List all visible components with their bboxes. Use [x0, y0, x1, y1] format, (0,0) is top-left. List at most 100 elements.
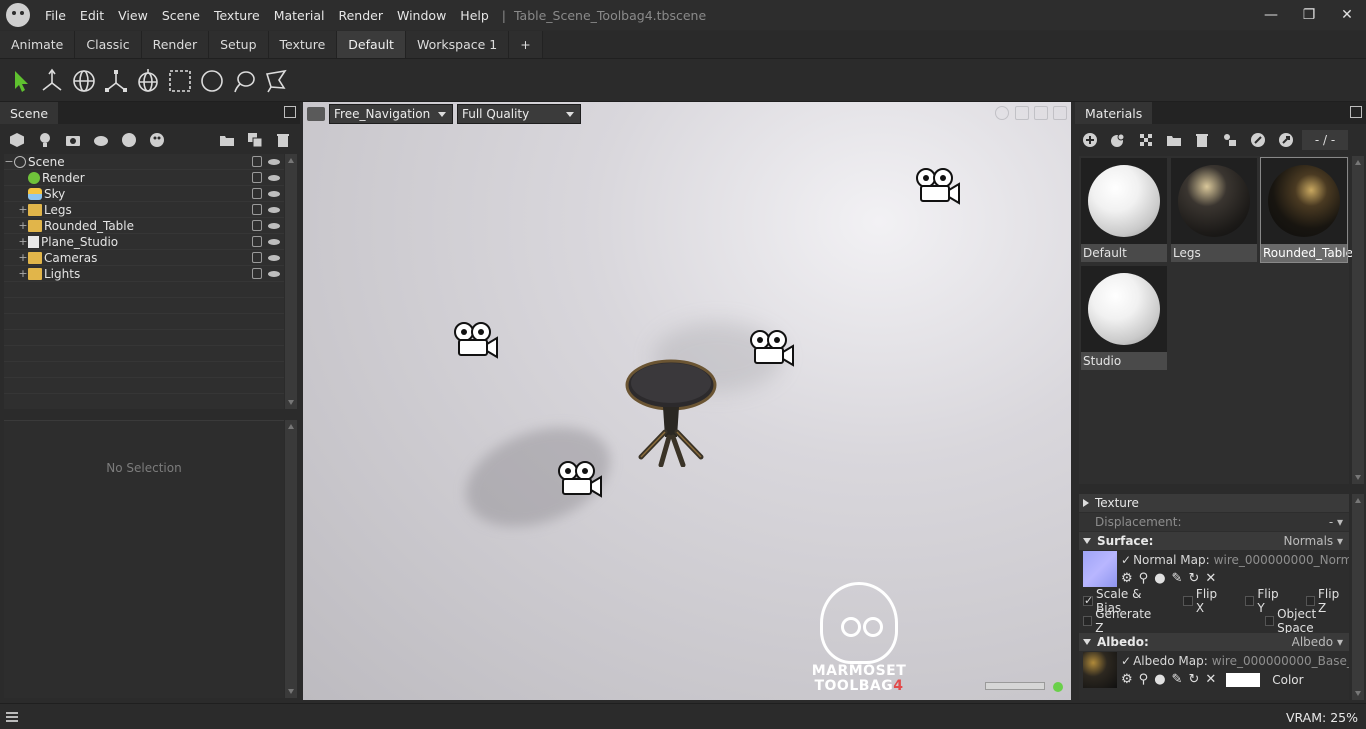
add-object-button[interactable] — [6, 130, 28, 150]
material-tile-studio[interactable]: Studio — [1081, 266, 1167, 370]
menu-scene[interactable]: Scene — [155, 8, 207, 23]
tree-item-sky[interactable]: Sky — [4, 186, 284, 202]
eye-icon[interactable] — [268, 255, 280, 261]
menu-view[interactable]: View — [111, 8, 155, 23]
lock-icon[interactable] — [252, 172, 262, 183]
tab-workspace-1[interactable]: Workspace 1 — [405, 31, 510, 58]
albedo-mode-select[interactable]: Albedo ▾ — [1292, 635, 1343, 649]
channel-icon[interactable]: ● — [1154, 672, 1165, 687]
circle-select-tool[interactable] — [196, 65, 228, 97]
reload-icon[interactable]: ↻ — [1188, 571, 1199, 586]
gear-icon[interactable]: ⚙ — [1121, 571, 1133, 586]
delete-button[interactable] — [272, 130, 294, 150]
menu-render[interactable]: Render — [331, 8, 390, 23]
rotate-tool[interactable] — [68, 65, 100, 97]
tab-default[interactable]: Default — [337, 31, 406, 58]
checkmark-icon[interactable]: ✓ — [1121, 553, 1131, 567]
add-shadow-catcher-button[interactable] — [118, 130, 140, 150]
rounded-table-model[interactable] — [621, 357, 721, 467]
normal-map-file[interactable]: wire_000000000_Normal_C — [1214, 553, 1349, 567]
lock-icon[interactable] — [252, 220, 262, 231]
displacement-mode-select[interactable]: - ▾ — [1329, 515, 1343, 529]
tab-scene[interactable]: Scene — [0, 102, 59, 124]
rect-select-tool[interactable] — [164, 65, 196, 97]
scale-bias-checkbox[interactable] — [1083, 596, 1093, 606]
material-tile-legs[interactable]: Legs — [1171, 158, 1257, 262]
material-tile-rounded-table[interactable]: Rounded_Table — [1260, 157, 1353, 263]
quality-select[interactable]: Full Quality — [457, 104, 581, 124]
albedo-section-header[interactable]: Albedo: Albedo ▾ — [1079, 633, 1349, 651]
checkmark-icon[interactable]: ✓ — [1121, 654, 1131, 668]
clear-icon[interactable]: ✕ — [1205, 672, 1216, 687]
channel-icon[interactable]: ● — [1154, 571, 1165, 586]
surface-section-header[interactable]: Surface: Normals ▾ — [1079, 532, 1349, 550]
displacement-section-header[interactable]: Displacement: - ▾ — [1079, 513, 1349, 531]
tab-texture[interactable]: Texture — [268, 31, 338, 58]
flip-z-checkbox[interactable] — [1305, 596, 1316, 606]
duplicate-material-button[interactable] — [1107, 129, 1129, 151]
viewport-frame-icon[interactable] — [1034, 106, 1048, 120]
tree-item-render[interactable]: Render — [4, 170, 284, 186]
material-folder-button[interactable] — [1163, 129, 1185, 151]
tab-materials[interactable]: Materials — [1075, 102, 1153, 124]
material-picker-button[interactable] — [1275, 129, 1297, 151]
maximize-button[interactable]: ❐ — [1290, 0, 1328, 30]
search-icon[interactable]: ⚲ — [1139, 571, 1149, 586]
scene-camera-icon[interactable] — [747, 328, 795, 368]
reload-icon[interactable]: ↻ — [1188, 672, 1199, 687]
delete-material-button[interactable] — [1191, 129, 1213, 151]
eye-icon[interactable] — [268, 223, 280, 229]
select-by-material-button[interactable] — [1247, 129, 1269, 151]
viewport-settings-gear-icon[interactable] — [995, 106, 1009, 120]
polygon-select-tool[interactable] — [260, 65, 292, 97]
eye-icon[interactable] — [268, 191, 280, 197]
gear-icon[interactable]: ⚙ — [1121, 672, 1133, 687]
select-tool[interactable] — [4, 65, 36, 97]
scene-camera-icon[interactable] — [451, 320, 499, 360]
add-paint-button[interactable] — [146, 130, 168, 150]
albedo-map-thumbnail[interactable] — [1083, 652, 1117, 688]
flip-x-checkbox[interactable] — [1183, 596, 1193, 606]
lasso-select-tool[interactable] — [228, 65, 260, 97]
add-material-button[interactable] — [1079, 129, 1101, 151]
lock-icon[interactable] — [252, 268, 262, 279]
tab-classic[interactable]: Classic — [75, 31, 142, 58]
lock-icon[interactable] — [252, 252, 262, 263]
scene-camera-icon[interactable] — [555, 459, 603, 499]
albedo-color-swatch[interactable] — [1226, 672, 1261, 687]
lock-icon[interactable] — [252, 204, 262, 215]
menu-help[interactable]: Help — [453, 8, 496, 23]
lock-icon[interactable] — [252, 156, 262, 167]
material-page-counter[interactable]: - / - — [1302, 130, 1348, 150]
normal-map-thumbnail[interactable] — [1083, 551, 1117, 587]
texture-section-header[interactable]: Texture — [1079, 494, 1349, 512]
pivot-tool[interactable] — [132, 65, 164, 97]
new-folder-button[interactable] — [216, 130, 238, 150]
flip-y-checkbox[interactable] — [1244, 596, 1255, 606]
clear-icon[interactable]: ✕ — [1205, 571, 1216, 586]
tree-item-rounded-table[interactable]: + Rounded_Table — [4, 218, 284, 234]
hamburger-menu-icon[interactable] — [6, 711, 18, 722]
scale-tool[interactable] — [100, 65, 132, 97]
close-button[interactable]: ✕ — [1328, 0, 1366, 30]
tree-item-scene[interactable]: − Scene — [4, 154, 284, 170]
lock-icon[interactable] — [252, 188, 262, 199]
screenshot-camera-icon[interactable] — [307, 107, 325, 121]
edit-pencil-icon[interactable]: ✎ — [1172, 571, 1183, 586]
eye-icon[interactable] — [268, 207, 280, 213]
expand-toggle[interactable]: + — [18, 203, 28, 216]
tree-item-legs[interactable]: + Legs — [4, 202, 284, 218]
eye-icon[interactable] — [268, 271, 280, 277]
expand-toggle[interactable]: + — [18, 219, 28, 232]
add-tab-button[interactable]: + — [509, 31, 543, 58]
viewport-fullscreen-icon[interactable] — [1053, 106, 1067, 120]
menu-edit[interactable]: Edit — [73, 8, 111, 23]
generate-z-checkbox[interactable] — [1083, 616, 1093, 626]
search-icon[interactable]: ⚲ — [1139, 672, 1149, 687]
viewport[interactable]: Free_Navigation Full Quality MARMOSET TO… — [303, 102, 1071, 700]
scene-camera-icon[interactable] — [913, 166, 961, 206]
properties-scrollbar[interactable] — [1352, 494, 1364, 700]
lock-icon[interactable] — [252, 236, 262, 247]
checker-material-button[interactable] — [1135, 129, 1157, 151]
expand-toggle[interactable]: + — [18, 267, 28, 280]
